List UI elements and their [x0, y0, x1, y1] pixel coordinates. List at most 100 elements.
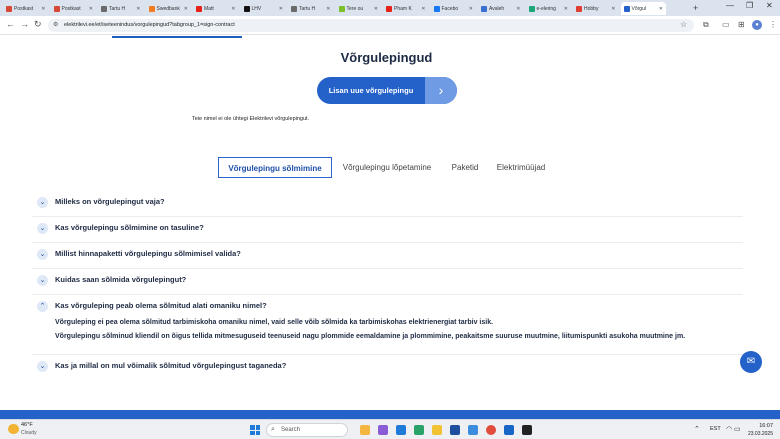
- browser-tab[interactable]: Avaleh ✕: [478, 2, 524, 15]
- app-icon[interactable]: [378, 425, 388, 435]
- new-tab-plus-icon[interactable]: +: [693, 3, 698, 13]
- tab-favicon-icon: [243, 5, 250, 12]
- tab-close-icon[interactable]: ✕: [279, 6, 283, 12]
- input-language[interactable]: EST: [710, 426, 721, 432]
- sidebar-icon[interactable]: ⊞: [738, 20, 745, 29]
- wifi-icon[interactable]: ◠: [726, 425, 732, 433]
- tab-favicon-icon: [481, 5, 487, 12]
- clock-time[interactable]: 16:07: [749, 423, 773, 429]
- tab-close-icon[interactable]: ✕: [374, 6, 378, 12]
- faq-item[interactable]: ⌄ Kuidas saan sõlmida võrgulepingut?: [32, 269, 743, 295]
- browser-tab[interactable]: Postkast ✕: [3, 2, 49, 15]
- tab-close-icon[interactable]: ✕: [326, 6, 330, 12]
- tab-label: Pham K: [394, 5, 412, 12]
- tab-favicon-icon: [148, 5, 155, 12]
- chevron-down-icon: ⌄: [37, 249, 48, 260]
- faq-question: Kas ja millal on mul võimalik sõlmitud v…: [55, 361, 287, 370]
- chevron-down-icon: ⌄: [37, 223, 48, 234]
- app-icon[interactable]: [396, 425, 406, 435]
- tab-favicon-icon: [196, 5, 202, 12]
- page-title: Võrgulepingud: [340, 50, 433, 65]
- faq-question: Kas võrguleping peab olema sõlmitud alat…: [55, 301, 267, 310]
- browser-tab[interactable]: e-elering ✕: [526, 2, 572, 15]
- site-info-icon[interactable]: ⚙: [53, 21, 58, 28]
- clock-date[interactable]: 23.03.2025: [743, 431, 773, 437]
- reload-icon[interactable]: ↻: [34, 19, 42, 30]
- faq-item[interactable]: ⌄ Millist hinnapaketti võrgulepingu sõlm…: [32, 243, 743, 269]
- taskbar-search[interactable]: ⌕ Search: [266, 423, 348, 437]
- browser-tab[interactable]: Postkast ✕: [51, 2, 97, 15]
- tab-close-icon[interactable]: ✕: [41, 6, 45, 12]
- app-icon[interactable]: [522, 425, 532, 435]
- search-icon: ⌕: [271, 426, 275, 433]
- chat-icon[interactable]: ✉: [740, 351, 762, 373]
- tab-favicon-icon: [623, 5, 630, 12]
- tab-label: Tartu H: [109, 5, 126, 12]
- browser-tab[interactable]: Tartu H ✕: [288, 2, 334, 15]
- minimize-icon[interactable]: —: [726, 1, 734, 10]
- browser-tab[interactable]: Võrgul ✕: [620, 2, 666, 15]
- browser-tab[interactable]: LHV ✕: [241, 2, 287, 15]
- tab-label: Matt: [204, 5, 214, 12]
- close-window-icon[interactable]: ✕: [766, 1, 773, 10]
- tab-packages[interactable]: Paketid: [447, 157, 483, 178]
- profile-avatar[interactable]: ●: [752, 20, 762, 30]
- tab-label: Hobby: [584, 5, 599, 12]
- browser-tab[interactable]: Swedbank ✕: [146, 2, 192, 15]
- address-bar[interactable]: ⚙ elektrilevi.ee/et/iseteenindus/vorgule…: [48, 19, 694, 32]
- browser-tab[interactable]: Matt ✕: [193, 2, 239, 15]
- app-icon[interactable]: [504, 425, 514, 435]
- tab-close-icon[interactable]: ✕: [611, 6, 615, 12]
- faq-question: Milleks on võrgulepingut vaja?: [55, 197, 165, 206]
- back-arrow-icon[interactable]: ←: [6, 19, 15, 29]
- app-icon[interactable]: [468, 425, 478, 435]
- tab-close-icon[interactable]: ✕: [89, 6, 93, 12]
- tab-label: Postkast: [14, 5, 34, 12]
- browser-tab[interactable]: Hobby ✕: [573, 2, 619, 15]
- app-icon[interactable]: [360, 425, 370, 435]
- tab-close-icon[interactable]: ✕: [231, 6, 235, 12]
- tab-close-icon[interactable]: ✕: [421, 6, 425, 12]
- browser-tab[interactable]: Tartu H ✕: [98, 2, 144, 15]
- extensions-icon[interactable]: ⧉: [703, 20, 709, 30]
- add-contract-label: Lisan uue võrgulepingu: [328, 86, 414, 95]
- tab-sign-contract[interactable]: Võrgulepingu sõlmimine: [218, 157, 332, 178]
- app-icon[interactable]: [450, 425, 460, 435]
- tab-close-icon[interactable]: ✕: [516, 6, 520, 12]
- faq-item[interactable]: ⌄ Milleks on võrgulepingut vaja?: [32, 191, 743, 217]
- browser-tab[interactable]: Facebo ✕: [431, 2, 477, 15]
- faq-answer-line: Võrgulepingu sõlminud kliendil on õigus …: [55, 333, 686, 340]
- url-text: elektrilevi.ee/et/iseteenindus/vorgulepi…: [64, 22, 235, 28]
- tab-label: Võrgul: [631, 5, 646, 12]
- add-contract-button[interactable]: Lisan uue võrgulepingu ›: [317, 77, 457, 104]
- forward-arrow-icon[interactable]: →: [20, 19, 29, 29]
- tab-close-icon[interactable]: ✕: [136, 6, 140, 12]
- tab-end-contract[interactable]: Võrgulepingu lõpetamine: [336, 157, 438, 178]
- tab-electricity-sellers[interactable]: Elektrimüüjad: [491, 157, 551, 178]
- bookmark-star-icon[interactable]: ☆: [680, 20, 687, 29]
- active-nav-underline: [112, 36, 242, 38]
- chrome-icon[interactable]: [486, 425, 496, 435]
- weather-temperature: 46°F: [21, 422, 33, 428]
- downloads-icon[interactable]: ▭: [722, 20, 730, 29]
- taskbar: 46°F Cloudy ⌕ Search ⌃ EST ◠ ▭ 16:07 23.…: [0, 419, 780, 439]
- battery-icon[interactable]: ▭: [734, 425, 741, 433]
- tab-close-icon[interactable]: ✕: [184, 6, 188, 12]
- tray-chevron-icon[interactable]: ⌃: [694, 425, 700, 433]
- search-placeholder: Search: [281, 427, 301, 433]
- browser-tab[interactable]: Pham K ✕: [383, 2, 429, 15]
- faq-item[interactable]: ⌄ Kas võrgulepingu sõlmimine on tasuline…: [32, 217, 743, 243]
- tab-close-icon[interactable]: ✕: [659, 6, 663, 12]
- app-icon[interactable]: [414, 425, 424, 435]
- tab-close-icon[interactable]: ✕: [564, 6, 568, 12]
- tab-close-icon[interactable]: ✕: [469, 6, 473, 12]
- faq-item[interactable]: ⌄ Kas ja millal on mul võimalik sõlmitud…: [32, 355, 743, 381]
- tab-favicon-icon: [338, 5, 345, 12]
- maximize-icon[interactable]: ❐: [746, 1, 753, 10]
- browser-tab[interactable]: Tere ou ✕: [336, 2, 382, 15]
- weather-icon[interactable]: [8, 424, 19, 434]
- menu-dots-icon[interactable]: ⋮: [769, 20, 777, 29]
- file-explorer-icon[interactable]: [432, 425, 442, 435]
- tab-favicon-icon: [6, 5, 12, 12]
- windows-start-icon[interactable]: [250, 425, 260, 435]
